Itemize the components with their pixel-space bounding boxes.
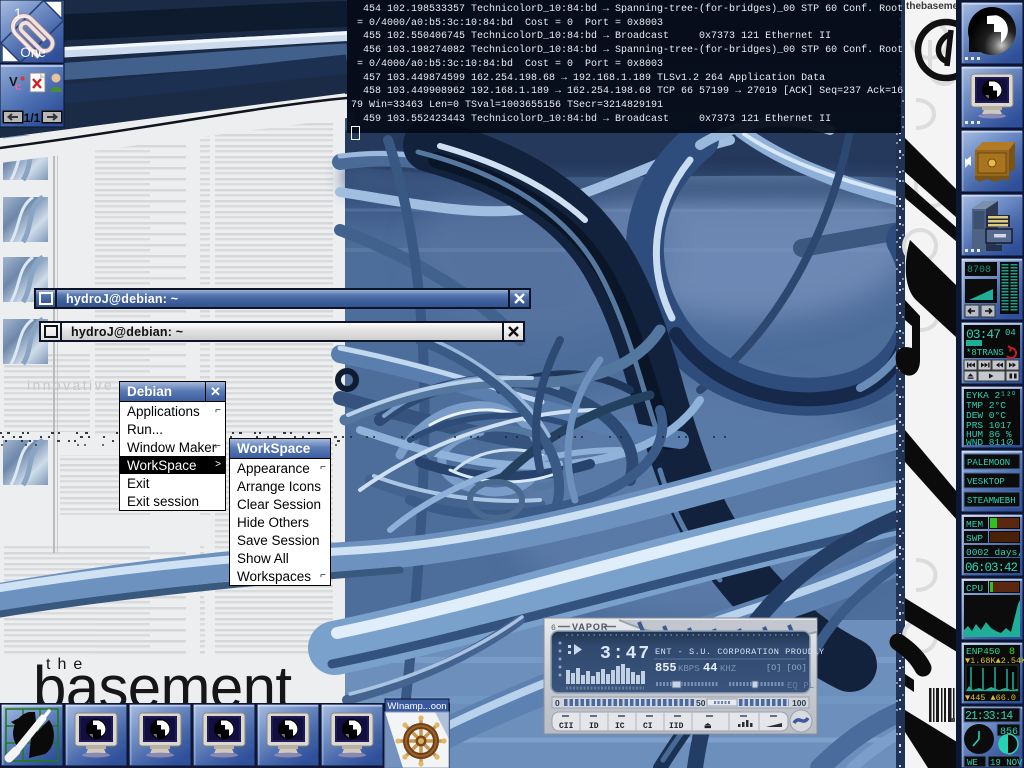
svg-text:ID: ID bbox=[589, 722, 599, 731]
svg-text:KHZ: KHZ bbox=[720, 664, 737, 674]
svg-text:50: 50 bbox=[696, 698, 706, 708]
svg-text:0: 0 bbox=[555, 698, 560, 708]
svg-text:19 NOV: 19 NOV bbox=[990, 758, 1023, 768]
svg-text:04: 04 bbox=[1005, 328, 1016, 338]
svg-text:06:03:42: 06:03:42 bbox=[965, 561, 1018, 575]
svg-text:KBPS: KBPS bbox=[678, 664, 700, 674]
svg-text:⏏: ⏏ bbox=[704, 722, 712, 731]
svg-text:One: One bbox=[20, 45, 46, 60]
svg-text:CI: CI bbox=[643, 722, 653, 731]
svg-text:03:47: 03:47 bbox=[966, 327, 1000, 342]
svg-text:IC: IC bbox=[615, 722, 625, 731]
svg-text:STEAMWEBH: STEAMWEBH bbox=[967, 496, 1016, 506]
svg-text:3:47: 3:47 bbox=[600, 644, 651, 664]
svg-text:21:33:14: 21:33:14 bbox=[965, 710, 1013, 723]
svg-text:[O] [OO]: [O] [OO] bbox=[766, 663, 807, 673]
svg-text:WE: WE bbox=[967, 758, 978, 768]
svg-text:CII: CII bbox=[559, 722, 574, 731]
svg-text:44: 44 bbox=[703, 661, 717, 675]
svg-text:1/1: 1/1 bbox=[24, 111, 41, 125]
svg-text:MEM: MEM bbox=[966, 519, 983, 530]
svg-text:▼445 ▲66.0: ▼445 ▲66.0 bbox=[965, 693, 1016, 703]
svg-text:CPU: CPU bbox=[966, 583, 983, 594]
svg-text:EQ PL: EQ PL bbox=[787, 681, 814, 691]
svg-text:100: 100 bbox=[792, 698, 806, 708]
svg-text:IID: IID bbox=[669, 722, 684, 731]
svg-text:c: c bbox=[15, 81, 21, 93]
svg-text:WInamp...oon: WInamp...oon bbox=[387, 701, 446, 712]
svg-text:8708: 8708 bbox=[967, 265, 991, 276]
svg-text:ENT - S.U. CORPORATION PROUDLY: ENT - S.U. CORPORATION PROUDLY bbox=[655, 647, 825, 657]
svg-text:VESKTOP: VESKTOP bbox=[967, 477, 1005, 487]
svg-text:0002 days,: 0002 days, bbox=[966, 547, 1023, 558]
svg-text:PALEMOON: PALEMOON bbox=[967, 458, 1010, 468]
svg-text:1: 1 bbox=[14, 5, 22, 21]
svg-text:855: 855 bbox=[655, 661, 677, 675]
svg-text:SWP: SWP bbox=[966, 533, 983, 544]
svg-text:*8TRANS: *8TRANS bbox=[966, 348, 1004, 358]
svg-text:WND 811⊘: WND 811⊘ bbox=[966, 437, 1014, 448]
